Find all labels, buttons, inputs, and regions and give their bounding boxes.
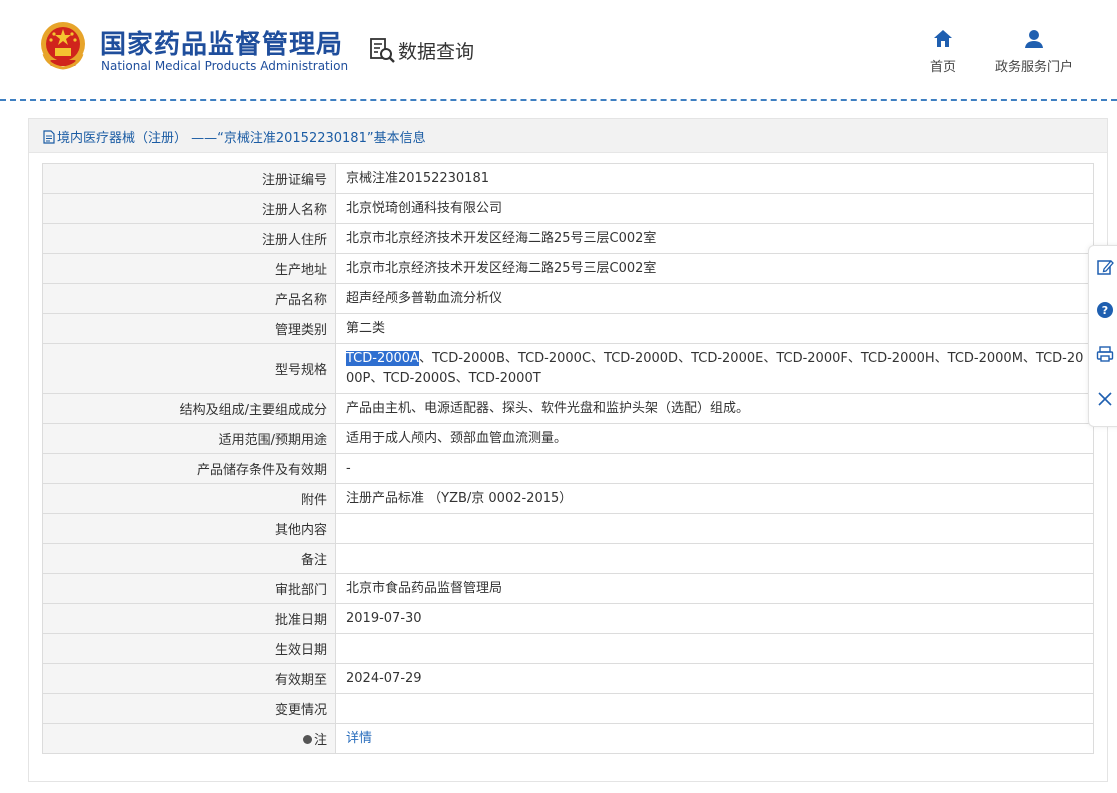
field-value: 2019-07-30 (335, 603, 1094, 634)
note-icon (302, 735, 312, 744)
header-divider (0, 99, 1117, 101)
field-label: 有效期至 (42, 663, 336, 694)
panel-title-text: 境内医疗器械（注册） ——“京械注准20152230181”基本信息 (57, 131, 426, 146)
field-value: 适用于成人颅内、颈部血管血流测量。 (335, 423, 1094, 454)
info-table: 注册证编号 京械注准20152230181 注册人名称 北京悦琦创通科技有限公司 注… (42, 163, 1094, 754)
field-value: 注册产品标准 （YZB/京 0002-2015） (335, 483, 1094, 514)
field-label: 附件 (42, 483, 336, 514)
field-label: 管理类别 (42, 313, 336, 344)
document-icon (43, 129, 55, 144)
field-label: 其他内容 (42, 513, 336, 544)
table-row: 注册证编号 京械注准20152230181 (42, 163, 1094, 194)
field-value-models: TCD-2000A、TCD-2000B、TCD-2000C、TCD-2000D、… (335, 343, 1094, 394)
floating-toolbar: ? (1088, 245, 1117, 427)
field-label: 备注 (42, 543, 336, 574)
site-name-cn: 国家药品监督管理局 (100, 30, 344, 60)
table-row: 管理类别 第二类 (42, 313, 1094, 344)
panel-title-bar: 境内医疗器械（注册） ——“京械注准20152230181”基本信息 (29, 119, 1107, 153)
edit-button[interactable] (1093, 255, 1117, 279)
field-value: 第二类 (335, 313, 1094, 344)
home-icon (934, 30, 952, 47)
field-value: 详情 (335, 723, 1094, 754)
table-row: 注 详情 (42, 723, 1094, 754)
field-label: 结构及组成/主要组成成分 (42, 393, 336, 424)
field-value (335, 633, 1094, 664)
table-row: 产品名称 超声经颅多普勒血流分析仪 (42, 283, 1094, 314)
table-row: 型号规格 TCD-2000A、TCD-2000B、TCD-2000C、TCD-2… (42, 343, 1094, 394)
field-label: 变更情况 (42, 693, 336, 724)
field-label: 产品储存条件及有效期 (42, 453, 336, 484)
national-emblem-icon (41, 22, 85, 70)
user-icon (1025, 30, 1043, 48)
field-label: 批准日期 (42, 603, 336, 634)
field-value: 2024-07-29 (335, 663, 1094, 694)
field-label: 适用范围/预期用途 (42, 423, 336, 454)
field-value: 北京市北京经济技术开发区经海二路25号三层C002室 (335, 253, 1094, 284)
field-label: 生效日期 (42, 633, 336, 664)
field-label: 注 (313, 733, 327, 748)
note-label-cell: 注 (42, 723, 336, 754)
svg-text:?: ? (1102, 304, 1108, 317)
field-label: 产品名称 (42, 283, 336, 314)
print-icon (1096, 346, 1114, 362)
section-title: 数据查询 (398, 40, 475, 63)
device-info-panel: 境内医疗器械（注册） ——“京械注准20152230181”基本信息 注册证编号… (28, 118, 1108, 782)
data-query-title: 数据查询 (368, 34, 474, 66)
field-value: 产品由主机、电源适配器、探头、软件光盘和监护头架（选配）组成。 (335, 393, 1094, 424)
table-row: 批准日期 2019-07-30 (42, 603, 1094, 634)
nav-service-portal[interactable]: 政务服务门户 (995, 28, 1073, 75)
field-value (335, 513, 1094, 544)
field-value: 北京市食品药品监督管理局 (335, 573, 1094, 604)
field-value: 北京市北京经济技术开发区经海二路25号三层C002室 (335, 223, 1094, 254)
print-button[interactable] (1093, 342, 1117, 366)
close-button[interactable] (1093, 387, 1117, 411)
table-row: 注册人名称 北京悦琦创通科技有限公司 (42, 193, 1094, 224)
table-row: 变更情况 (42, 693, 1094, 724)
details-link[interactable]: 详情 (346, 731, 372, 746)
field-value: 北京悦琦创通科技有限公司 (335, 193, 1094, 224)
field-label: 注册证编号 (42, 163, 336, 194)
field-label: 审批部门 (42, 573, 336, 604)
table-row: 产品储存条件及有效期 - (42, 453, 1094, 484)
edit-icon (1097, 260, 1114, 275)
table-row: 附件 注册产品标准 （YZB/京 0002-2015） (42, 483, 1094, 514)
field-value: - (335, 453, 1094, 484)
table-row: 注册人住所 北京市北京经济技术开发区经海二路25号三层C002室 (42, 223, 1094, 254)
models-text: 、TCD-2000B、TCD-2000C、TCD-2000D、TCD-2000E… (346, 350, 1084, 386)
nav-home[interactable]: 首页 (930, 28, 956, 75)
nav-home-label: 首页 (930, 60, 957, 75)
help-icon: ? (1097, 302, 1113, 318)
field-label: 生产地址 (42, 253, 336, 284)
selected-text[interactable]: TCD-2000A (346, 350, 419, 366)
table-row: 生产地址 北京市北京经济技术开发区经海二路25号三层C002室 (42, 253, 1094, 284)
field-value: 超声经颅多普勒血流分析仪 (335, 283, 1094, 314)
help-button[interactable]: ? (1093, 298, 1117, 322)
table-row: 审批部门 北京市食品药品监督管理局 (42, 573, 1094, 604)
table-row: 适用范围/预期用途 适用于成人颅内、颈部血管血流测量。 (42, 423, 1094, 454)
site-name-en: National Medical Products Administration (101, 59, 349, 73)
site-header: 国家药品监督管理局 National Medical Products Admi… (0, 0, 1117, 101)
field-value: 京械注准20152230181 (335, 163, 1094, 194)
nav-service-portal-label: 政务服务门户 (995, 60, 1074, 75)
table-row: 备注 (42, 543, 1094, 574)
field-label: 型号规格 (42, 343, 336, 394)
field-value (335, 693, 1094, 724)
panel-title: 境内医疗器械（注册） ——“京械注准20152230181”基本信息 (43, 127, 426, 146)
close-icon (1098, 392, 1112, 406)
document-search-icon (370, 38, 395, 63)
table-row: 有效期至 2024-07-29 (42, 663, 1094, 694)
field-label: 注册人名称 (42, 193, 336, 224)
table-row: 结构及组成/主要组成成分 产品由主机、电源适配器、探头、软件光盘和监护头架（选配）… (42, 393, 1094, 424)
table-row: 生效日期 (42, 633, 1094, 664)
field-value (335, 543, 1094, 574)
table-row: 其他内容 (42, 513, 1094, 544)
field-label: 注册人住所 (42, 223, 336, 254)
